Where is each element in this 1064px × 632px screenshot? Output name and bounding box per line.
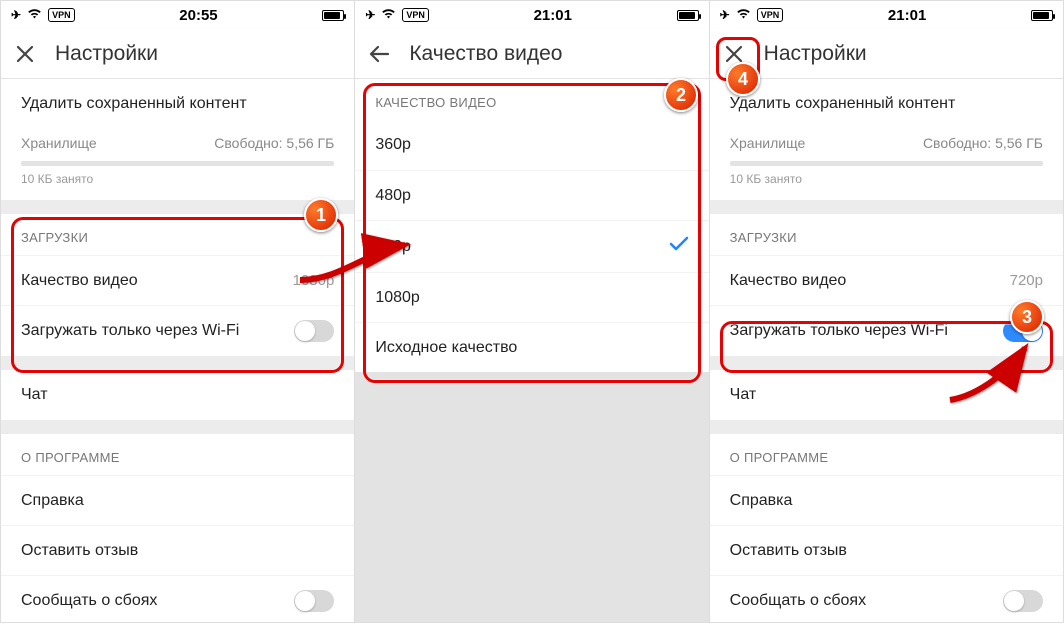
- chat-label: Чат: [730, 386, 757, 404]
- wifi-only-row[interactable]: Загружать только через Wi-Fi: [1, 305, 354, 356]
- quality-option-label: 1080p: [375, 289, 420, 307]
- vpn-badge: VPN: [402, 8, 429, 22]
- clock: 21:01: [783, 7, 1031, 24]
- storage-used: 10 КБ занято: [730, 172, 1043, 186]
- storage-free: Свободно: 5,56 ГБ: [923, 135, 1043, 151]
- quality-option-label: 720p: [375, 238, 411, 256]
- video-quality-value: 1080p: [293, 272, 335, 289]
- battery-icon: [677, 10, 699, 21]
- storage-block: Хранилище Свободно: 5,56 ГБ 10 КБ занято: [1, 129, 354, 200]
- help-row[interactable]: Справка: [710, 475, 1063, 525]
- about-section: О ПРОГРАММЕ: [1, 434, 354, 475]
- wifi-only-toggle[interactable]: [294, 320, 334, 342]
- airplane-icon: ✈: [720, 8, 730, 22]
- content: Удалить сохраненный контент Хранилище Сво…: [1, 79, 354, 622]
- storage-bar: [730, 161, 1043, 166]
- chat-label: Чат: [21, 386, 48, 404]
- status-bar: ✈ VPN 21:01: [355, 1, 708, 29]
- video-quality-label: Качество видео: [730, 272, 847, 290]
- wifi-icon: [736, 8, 751, 22]
- status-bar: ✈ VPN 20:55: [1, 1, 354, 29]
- video-quality-row[interactable]: Качество видео 1080p: [1, 255, 354, 305]
- downloads-section: ЗАГРУЗКИ: [710, 214, 1063, 255]
- quality-option[interactable]: 1080p: [355, 272, 708, 322]
- help-row[interactable]: Справка: [1, 475, 354, 525]
- airplane-icon: ✈: [365, 8, 375, 22]
- crash-label: Сообщать о сбоях: [21, 592, 157, 610]
- crash-toggle[interactable]: [1003, 590, 1043, 612]
- vpn-badge: VPN: [757, 8, 784, 22]
- step-badge-3: 3: [1010, 300, 1044, 334]
- chat-row[interactable]: Чат: [1, 370, 354, 420]
- quality-section: КАЧЕСТВО ВИДЕО: [355, 79, 708, 120]
- status-bar: ✈ VPN 21:01: [710, 1, 1063, 29]
- app-header: Качество видео: [355, 29, 708, 79]
- feedback-row[interactable]: Оставить отзыв: [1, 525, 354, 575]
- delete-saved-label: Удалить сохраненный контент: [21, 95, 247, 113]
- video-quality-row[interactable]: Качество видео 720p: [710, 255, 1063, 305]
- storage-block: Хранилище Свободно: 5,56 ГБ 10 КБ занято: [710, 129, 1063, 200]
- wifi-icon: [381, 8, 396, 22]
- clock: 21:01: [429, 7, 677, 24]
- wifi-icon: [27, 8, 42, 22]
- delete-saved-label: Удалить сохраненный контент: [730, 95, 956, 113]
- quality-option[interactable]: 480p: [355, 170, 708, 220]
- screen-video-quality: ✈ VPN 21:01 Качество видео КАЧЕСТВО ВИДЕ…: [355, 1, 709, 622]
- delete-saved-row[interactable]: Удалить сохраненный контент: [1, 79, 354, 129]
- header-title: Настройки: [55, 42, 158, 66]
- feedback-row[interactable]: Оставить отзыв: [710, 525, 1063, 575]
- check-icon: [669, 235, 689, 258]
- about-section: О ПРОГРАММЕ: [710, 434, 1063, 475]
- clock: 20:55: [75, 7, 323, 24]
- battery-icon: [322, 10, 344, 21]
- header-title: Качество видео: [409, 42, 562, 66]
- close-icon[interactable]: [15, 44, 35, 64]
- airplane-icon: ✈: [11, 8, 21, 22]
- step-badge-4: 4: [726, 62, 760, 96]
- app-header: Настройки: [1, 29, 354, 79]
- vpn-badge: VPN: [48, 8, 75, 22]
- feedback-label: Оставить отзыв: [730, 542, 847, 560]
- crash-row[interactable]: Сообщать о сбоях: [1, 575, 354, 622]
- chat-row[interactable]: Чат: [710, 370, 1063, 420]
- back-icon[interactable]: [369, 44, 389, 64]
- feedback-label: Оставить отзыв: [21, 542, 138, 560]
- header-title: Настройки: [764, 42, 867, 66]
- delete-saved-row[interactable]: Удалить сохраненный контент: [710, 79, 1063, 129]
- step-badge-2: 2: [664, 78, 698, 112]
- wifi-only-label: Загружать только через Wi-Fi: [21, 322, 239, 340]
- help-label: Справка: [730, 492, 793, 510]
- quality-option-label: 360p: [375, 136, 411, 154]
- app-header: Настройки: [710, 29, 1063, 79]
- step-badge-1: 1: [304, 198, 338, 232]
- close-icon[interactable]: [724, 44, 744, 64]
- quality-option[interactable]: 720p: [355, 220, 708, 272]
- storage-label: Хранилище: [21, 135, 97, 151]
- crash-label: Сообщать о сбоях: [730, 592, 866, 610]
- help-label: Справка: [21, 492, 84, 510]
- crash-toggle[interactable]: [294, 590, 334, 612]
- downloads-section: ЗАГРУЗКИ: [1, 214, 354, 255]
- battery-icon: [1031, 10, 1053, 21]
- storage-label: Хранилище: [730, 135, 806, 151]
- storage-used: 10 КБ занято: [21, 172, 334, 186]
- video-quality-label: Качество видео: [21, 272, 138, 290]
- quality-option[interactable]: Исходное качество: [355, 322, 708, 372]
- crash-row[interactable]: Сообщать о сбоях: [710, 575, 1063, 622]
- quality-option-label: Исходное качество: [375, 339, 517, 357]
- storage-bar: [21, 161, 334, 166]
- storage-free: Свободно: 5,56 ГБ: [214, 135, 334, 151]
- wifi-only-label: Загружать только через Wi-Fi: [730, 322, 948, 340]
- screen-settings-1: ✈ VPN 20:55 Настройки Удалить сохраненны…: [1, 1, 355, 622]
- quality-option[interactable]: 360p: [355, 120, 708, 170]
- quality-option-label: 480p: [375, 187, 411, 205]
- video-quality-value: 720p: [1010, 272, 1043, 289]
